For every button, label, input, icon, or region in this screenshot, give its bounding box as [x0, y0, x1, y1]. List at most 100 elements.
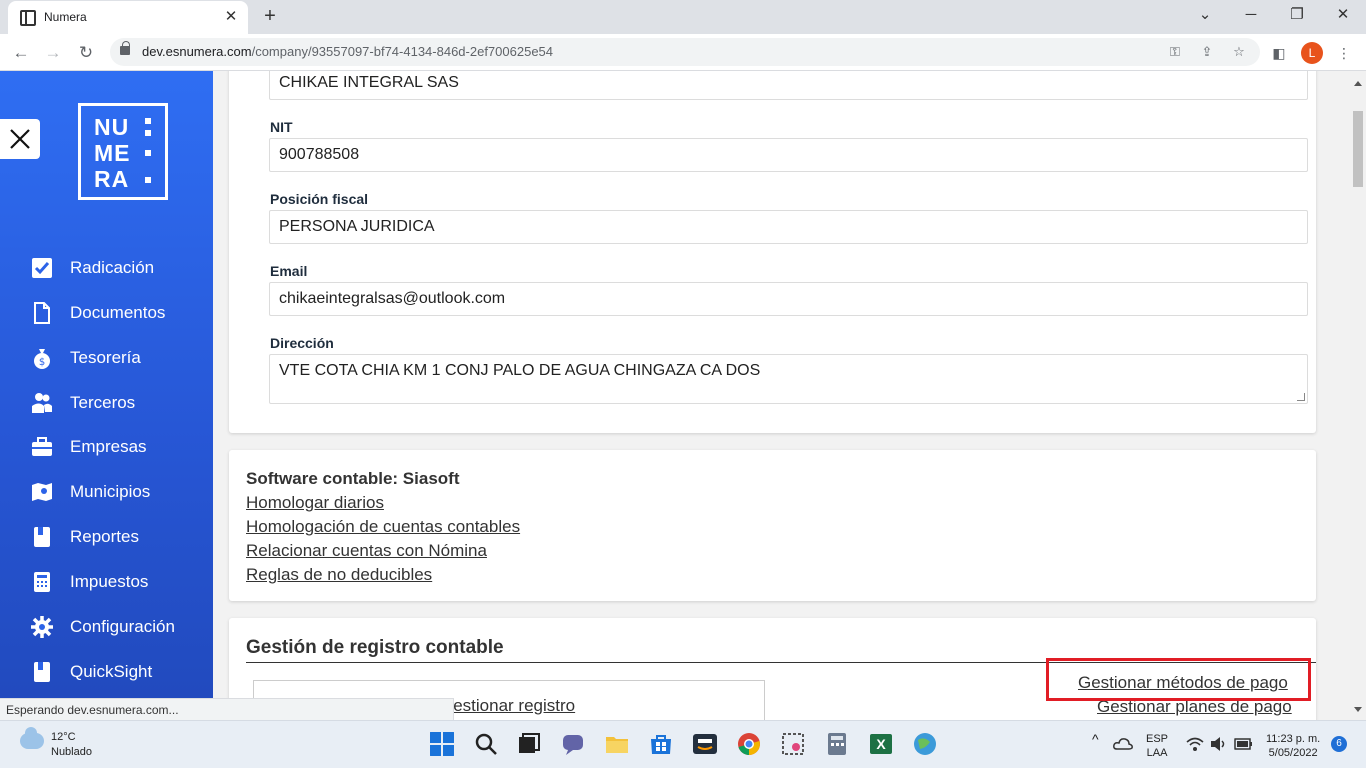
sidebar-item-municipios[interactable]: Municipios	[30, 477, 210, 507]
scroll-down-icon[interactable]	[1354, 707, 1362, 712]
svg-text:X: X	[876, 736, 886, 752]
homologar-diarios-link[interactable]: Homologar diarios	[246, 493, 384, 513]
share-icon[interactable]: ⇪	[1197, 42, 1217, 62]
sidebar-item-impuestos[interactable]: Impuestos	[30, 567, 210, 597]
minimize-button[interactable]: ─	[1228, 0, 1274, 30]
sidebar-item-terceros[interactable]: Terceros	[30, 388, 210, 418]
excel-icon[interactable]: X	[868, 731, 894, 757]
back-button[interactable]: ←	[8, 40, 34, 66]
battery-icon[interactable]	[1234, 736, 1254, 752]
main-content: CHIKAE INTEGRAL SAS NIT 900788508 Posici…	[213, 71, 1350, 720]
scroll-thumb[interactable]	[1353, 111, 1363, 187]
sidebar-item-documentos[interactable]: Documentos	[30, 298, 210, 328]
sidebar-item-label: Reportes	[70, 527, 139, 546]
show-hidden-icons-icon[interactable]: ^	[1092, 732, 1099, 746]
browser-tab-strip: Numera ✕ + ⌄ ─ ❐ ✕	[0, 0, 1366, 34]
search-icon[interactable]	[473, 731, 499, 757]
briefcase-icon	[32, 437, 52, 456]
url-text: dev.esnumera.com/company/93557097-bf74-4…	[142, 44, 554, 59]
check-square-icon	[32, 258, 52, 278]
wifi-icon[interactable]	[1186, 736, 1204, 752]
scroll-up-icon[interactable]	[1354, 81, 1362, 86]
calculator-icon	[34, 572, 50, 592]
gestionar-registro-link[interactable]: Gestionar registro	[440, 696, 575, 716]
nit-field[interactable]: 900788508	[269, 138, 1308, 172]
sidebar-item-label: QuickSight	[70, 662, 153, 681]
close-window-button[interactable]: ✕	[1320, 0, 1366, 30]
close-menu-button[interactable]	[0, 119, 40, 159]
tab-close-icon[interactable]: ✕	[222, 8, 240, 26]
chrome-icon[interactable]	[736, 731, 762, 757]
amazon-icon[interactable]	[692, 731, 718, 757]
book-icon	[34, 662, 50, 682]
email-field[interactable]: chikaeintegralsas@outlook.com	[269, 282, 1308, 316]
language-indicator[interactable]: ESP LAA	[1146, 732, 1168, 760]
relacionar-cuentas-nomina-link[interactable]: Relacionar cuentas con Nómina	[246, 541, 487, 561]
key-icon[interactable]: ⚿	[1165, 42, 1185, 62]
calculator-app-icon[interactable]	[824, 731, 850, 757]
tab-search-icon[interactable]: ⌄	[1182, 0, 1228, 30]
sidebar-item-quicksight[interactable]: QuickSight	[30, 657, 210, 687]
address-field[interactable]: VTE COTA CHIA KM 1 CONJ PALO DE AGUA CHI…	[269, 354, 1308, 404]
tab-title: Numera	[44, 10, 87, 24]
page-favicon-icon	[20, 10, 36, 26]
address-value: VTE COTA CHIA KM 1 CONJ PALO DE AGUA CHI…	[279, 362, 761, 379]
menu-kebab-icon[interactable]: ⋮	[1332, 41, 1356, 65]
svg-text:$: $	[39, 357, 45, 368]
sidebar-item-tesoreria[interactable]: $ Tesorería	[30, 343, 210, 373]
reload-button[interactable]: ↻	[73, 40, 99, 66]
system-clock[interactable]: 11:23 p. m. 5/05/2022	[1266, 732, 1320, 760]
sidebar-item-label: Documentos	[70, 303, 166, 322]
volume-icon[interactable]	[1210, 736, 1228, 752]
sidebar-item-label: Configuración	[70, 617, 175, 636]
sidebar-item-reportes[interactable]: Reportes	[30, 522, 210, 552]
page-scrollbar[interactable]	[1350, 71, 1366, 720]
sidebar-item-label: Municipios	[70, 482, 151, 501]
sidebar-item-label: Terceros	[70, 393, 136, 412]
address-label: Dirección	[270, 335, 334, 351]
sidebar-item-label: Empresas	[70, 437, 147, 456]
task-view-icon[interactable]	[516, 731, 542, 757]
homologacion-cuentas-link[interactable]: Homologación de cuentas contables	[246, 517, 520, 537]
weather-temperature: 12°C	[51, 731, 76, 743]
teams-chat-icon[interactable]	[560, 731, 586, 757]
sidebar-item-radicacion[interactable]: Radicación	[30, 253, 210, 283]
sidebar-item-configuracion[interactable]: Configuración	[30, 612, 210, 642]
windows-start-icon[interactable]	[429, 731, 455, 757]
address-bar[interactable]: dev.esnumera.com/company/93557097-bf74-4…	[110, 38, 1260, 66]
snipping-tool-icon[interactable]	[780, 731, 806, 757]
users-icon	[32, 393, 52, 413]
file-explorer-icon[interactable]	[604, 731, 630, 757]
sidebar-item-label: Radicación	[70, 258, 155, 277]
cloud-icon[interactable]	[20, 727, 44, 749]
company-info-card: CHIKAE INTEGRAL SAS NIT 900788508 Posici…	[229, 71, 1316, 433]
reglas-no-deducibles-link[interactable]: Reglas de no deducibles	[246, 565, 432, 585]
lock-icon	[120, 41, 130, 55]
maps-app-icon[interactable]	[912, 731, 938, 757]
section-title: Gestión de registro contable	[246, 637, 504, 658]
profile-avatar[interactable]: L	[1301, 42, 1323, 64]
company-name-field[interactable]: CHIKAE INTEGRAL SAS	[269, 71, 1308, 100]
restore-button[interactable]: ❐	[1274, 0, 1320, 30]
document-icon	[34, 302, 50, 324]
taskbar: 12°C Nublado X ^ ESP LAA 11:23 p. m. 5/05/…	[0, 720, 1366, 768]
onedrive-cloud-icon[interactable]	[1113, 735, 1133, 753]
book-icon	[34, 527, 50, 547]
forward-button[interactable]: →	[40, 40, 66, 66]
fiscal-position-field[interactable]: PERSONA JURIDICA	[269, 210, 1308, 244]
browser-tab[interactable]: Numera ✕	[8, 1, 248, 34]
browser-toolbar: ← → ↻ dev.esnumera.com/company/93557097-…	[0, 34, 1366, 71]
money-bag-icon: $	[34, 349, 50, 369]
loading-status: Esperando dev.esnumera.com...	[0, 698, 454, 720]
new-tab-button[interactable]: +	[258, 4, 282, 28]
email-label: Email	[270, 263, 308, 279]
sidebar: NU ME RA Radicación Documentos $ Tesorer…	[0, 71, 213, 720]
side-panel-icon[interactable]: ◧	[1267, 41, 1291, 65]
microsoft-store-icon[interactable]	[648, 731, 674, 757]
software-card: Software contable: Siasoft Homologar dia…	[229, 450, 1316, 601]
map-icon	[32, 483, 52, 501]
sidebar-item-empresas[interactable]: Empresas	[30, 432, 210, 462]
resize-grip-icon[interactable]	[1297, 393, 1305, 401]
bookmark-star-icon[interactable]: ☆	[1229, 42, 1249, 62]
notification-badge[interactable]: 6	[1331, 736, 1347, 752]
